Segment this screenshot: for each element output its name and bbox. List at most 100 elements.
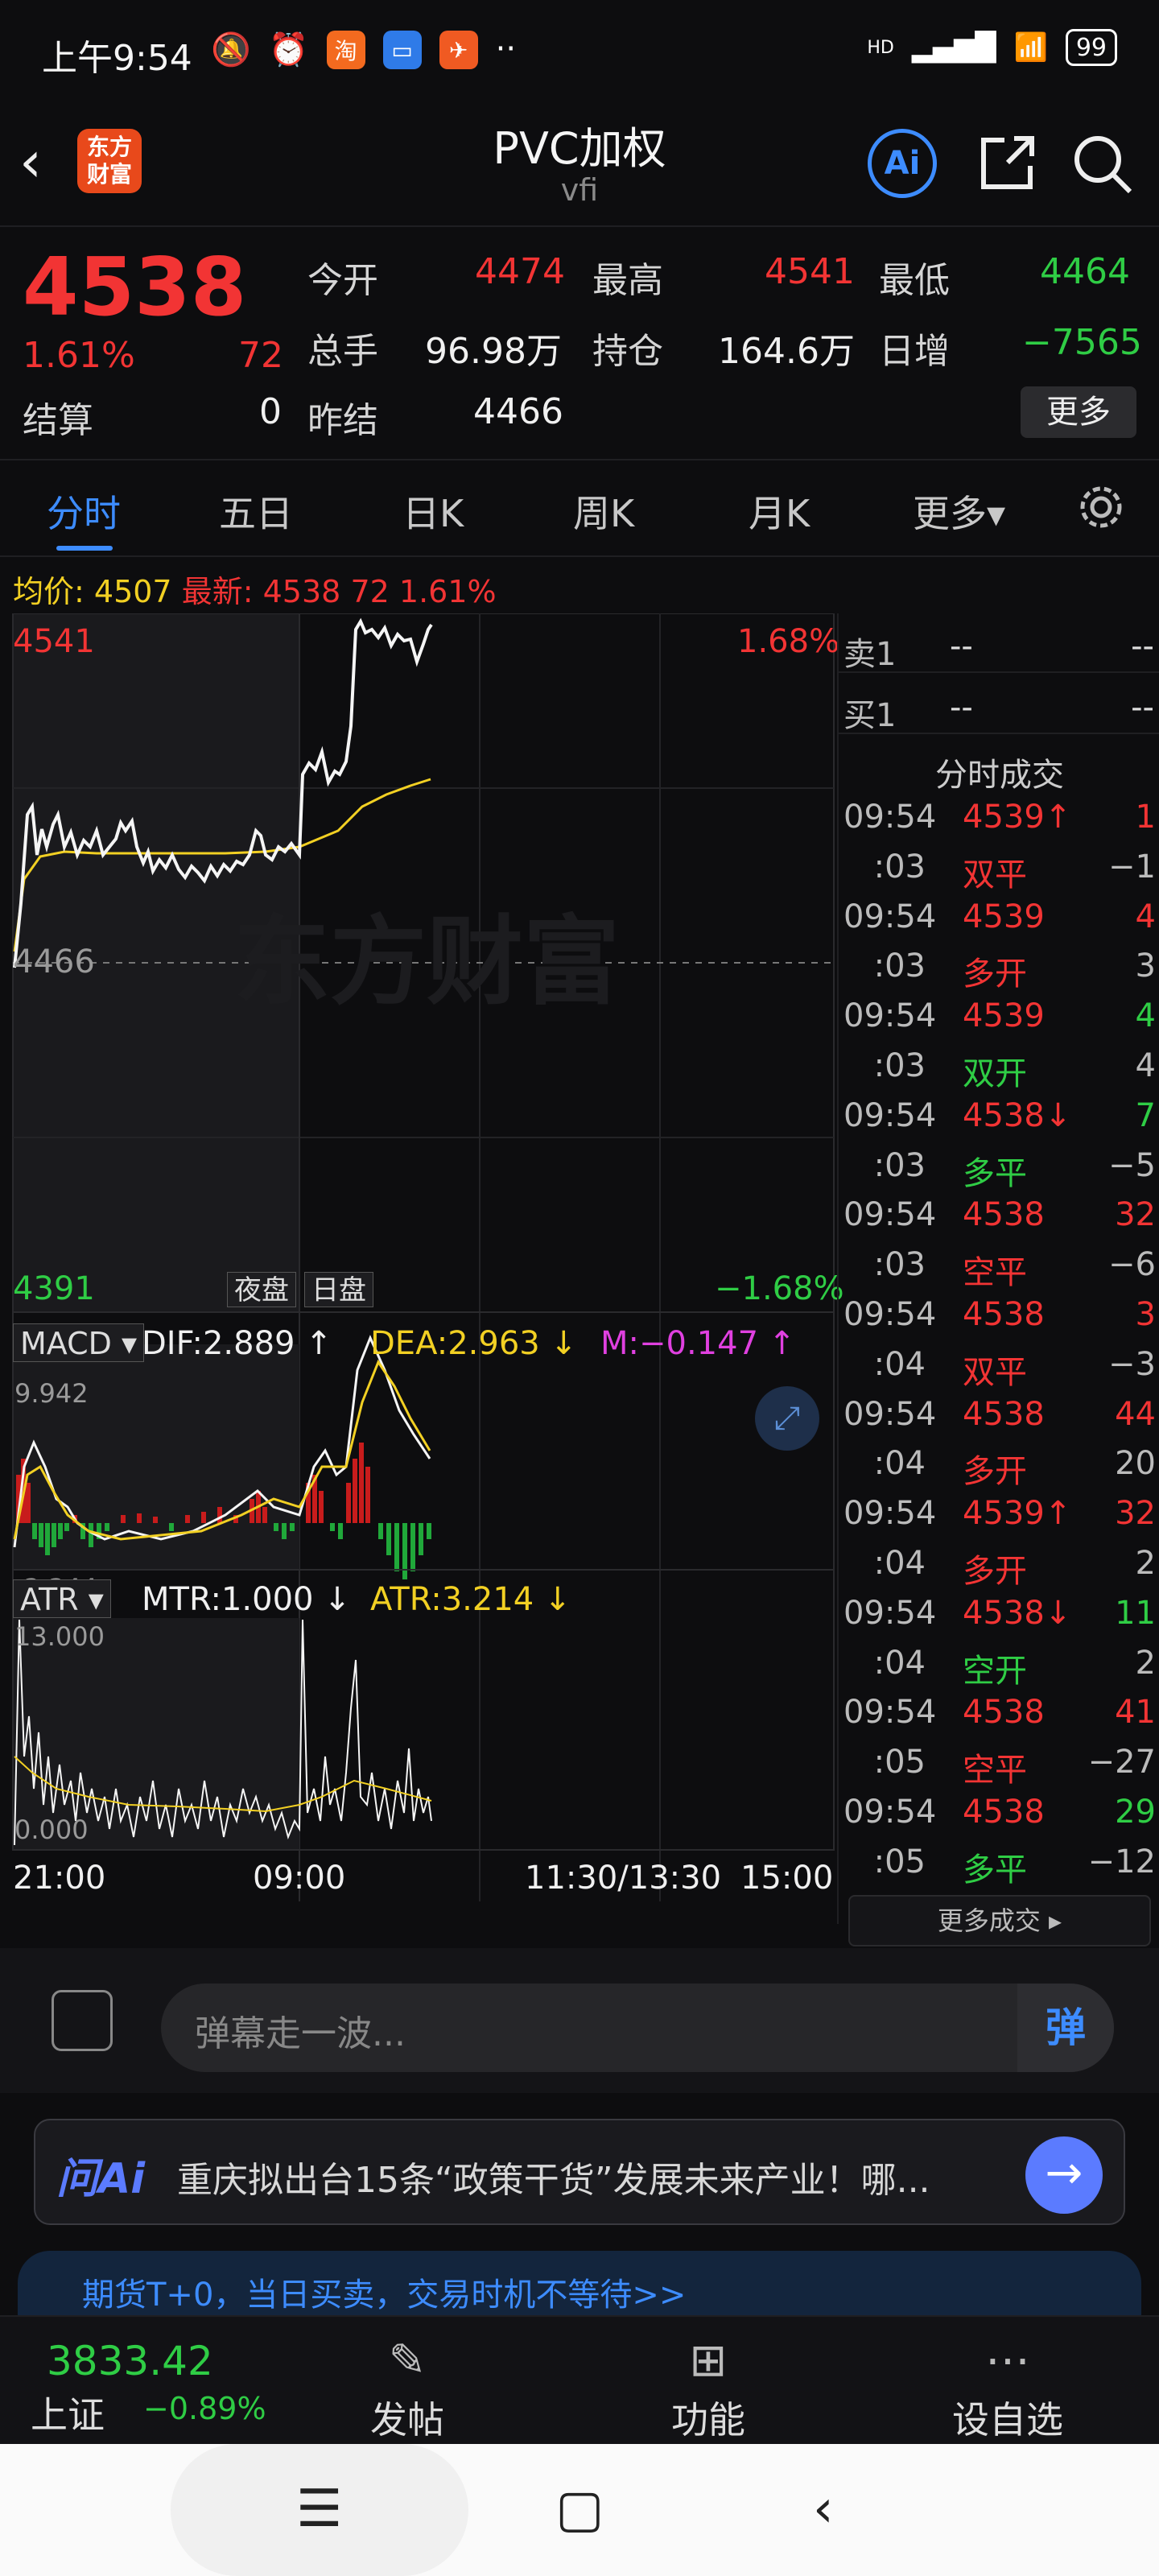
index-name[interactable]: 上证 xyxy=(31,2386,105,2439)
danmu-settings-icon[interactable] xyxy=(52,1990,113,2051)
trade-time: 09:54 xyxy=(843,1196,937,1234)
macd-bar xyxy=(402,1523,407,1579)
macd-bar xyxy=(121,1515,126,1523)
avg-label: 均价: xyxy=(13,574,85,609)
alarm-icon: ⏰ xyxy=(268,31,309,68)
active-tab-indicator xyxy=(56,546,113,551)
tab-daily-k[interactable]: 日K xyxy=(402,485,464,538)
macd-bar xyxy=(359,1443,364,1523)
home-icon[interactable]: ▢ xyxy=(555,2479,604,2539)
tab-five-day[interactable]: 五日 xyxy=(219,485,293,538)
ai-button[interactable]: Ai xyxy=(868,129,937,198)
y-bottom-label: 4391 xyxy=(13,1270,95,1307)
promo-ticker[interactable]: 期货T+0，当日买卖，交易时机不等待>> xyxy=(18,2251,1141,2315)
trade-volume: 29 xyxy=(1115,1794,1156,1831)
trade-time: :04 xyxy=(873,1644,926,1682)
trade-row: 09:54 4539↑ 1 xyxy=(839,794,1159,844)
function-button[interactable]: ⊞ 功能 xyxy=(628,2334,789,2444)
watermark: 东方财富 xyxy=(233,906,620,1018)
expand-chart-button[interactable]: ⤢ xyxy=(755,1386,819,1451)
tab-intraday[interactable]: 分时 xyxy=(47,485,121,538)
atr-mtr: MTR:1.000 ↓ xyxy=(142,1581,351,1618)
share-icon[interactable] xyxy=(972,129,1041,198)
intraday-chart-area[interactable]: 东方财富 4541 4466 4391 1.68% −1.68% 夜盘 日盘 M… xyxy=(0,613,844,1924)
arrow-right-icon[interactable]: → xyxy=(1025,2136,1103,2214)
macd-bar xyxy=(153,1517,158,1523)
macd-dea: DEA:2.963 ↓ xyxy=(370,1325,577,1362)
volume-value: 96.98万 xyxy=(425,331,562,372)
trade-time: 09:54 xyxy=(843,1395,937,1433)
prev-settle-label: 昨结 xyxy=(307,400,378,441)
trade-row: 09:54 4538 29 xyxy=(839,1789,1159,1839)
trade-row: :03 双开 4 xyxy=(839,1042,1159,1092)
trade-price: 4538 xyxy=(963,1794,1045,1831)
watchlist-label: 设自选 xyxy=(952,2398,1063,2442)
trade-price: 4538 xyxy=(963,1296,1045,1333)
tab-monthly-k[interactable]: 月K xyxy=(749,485,810,538)
wallet-app-icon: ▭ xyxy=(382,31,422,69)
more-quote-button[interactable]: 更多 xyxy=(1021,386,1136,438)
macd-dif: DIF:2.889 ↑ xyxy=(142,1325,332,1362)
trade-time: 09:54 xyxy=(843,1296,937,1333)
buy1-price: -- xyxy=(950,689,973,726)
macd-selector[interactable]: MACD ▾ xyxy=(13,1323,145,1362)
trade-row: 09:54 4538↓ 7 xyxy=(839,1092,1159,1142)
trade-price: 双平 xyxy=(963,1353,1027,1391)
ai-news-bar[interactable]: 问Ai 重庆拟出台15条“政策干货”发展未来产业！哪... → xyxy=(34,2119,1125,2225)
trade-volume: −12 xyxy=(1087,1843,1156,1880)
trade-time: :04 xyxy=(873,1345,926,1383)
menu-icon[interactable]: ☰ xyxy=(296,2479,342,2539)
danmu-bar: 弹幕走一波... 弹 xyxy=(0,1948,1159,2093)
change-percent: 1.61% xyxy=(23,335,135,376)
macd-bar xyxy=(346,1483,351,1523)
trade-price: 4538 xyxy=(963,1196,1045,1234)
trade-volume: 1 xyxy=(1135,799,1156,836)
trade-row: 09:54 4538 3 xyxy=(839,1291,1159,1341)
trade-row: 09:54 4538 32 xyxy=(839,1191,1159,1241)
tab-more[interactable]: 更多▾ xyxy=(913,485,1005,538)
chart-tabs: 分时 五日 日K 周K 月K 更多▾ xyxy=(0,459,1159,557)
trade-volume: 4 xyxy=(1135,1047,1156,1084)
back-nav-icon[interactable]: ‹ xyxy=(813,2479,834,2539)
mute-icon: 🔕 xyxy=(211,31,251,68)
macd-bar xyxy=(365,1467,370,1523)
danmu-toggle-button[interactable]: 弹 xyxy=(1017,1984,1114,2072)
macd-top-value: 9.942 xyxy=(14,1378,89,1409)
search-icon[interactable] xyxy=(1067,129,1136,198)
trade-time: 09:54 xyxy=(843,1096,937,1134)
macd-bar xyxy=(45,1523,50,1555)
trade-row: :04 双平 −3 xyxy=(839,1340,1159,1391)
macd-m: M:−0.147 ↑ xyxy=(600,1325,796,1362)
atr-selector[interactable]: ATR ▾ xyxy=(13,1579,111,1618)
status-bar: 上午9:54 🔕 ⏰ 淘 ▭ ✈ ·· HD ▂▄▆█ 📶 99 xyxy=(0,0,1159,105)
pct-bottom-label: −1.68% xyxy=(715,1270,844,1307)
sell1-label: 卖1 xyxy=(843,636,897,673)
sell1-row: 卖1 -- -- xyxy=(839,623,1159,673)
trade-row: :05 空平 −27 xyxy=(839,1739,1159,1789)
macd-bar xyxy=(105,1523,109,1531)
trade-price: 多平 xyxy=(963,1154,1027,1192)
settle-value: 0 xyxy=(259,391,282,432)
more-trades-button[interactable]: 更多成交 ▸ xyxy=(848,1895,1151,1946)
trade-volume: −1 xyxy=(1108,848,1156,886)
trade-volume: 41 xyxy=(1115,1694,1156,1732)
pct-top-label: 1.68% xyxy=(737,623,840,660)
trade-price: 多平 xyxy=(963,1851,1027,1889)
macd-bar xyxy=(290,1523,295,1531)
trade-row: 09:54 4538 44 xyxy=(839,1391,1159,1441)
macd-bar xyxy=(89,1523,93,1547)
trade-volume: −5 xyxy=(1108,1146,1156,1184)
settings-gear-icon[interactable] xyxy=(1075,481,1127,533)
trade-volume: 2 xyxy=(1135,1545,1156,1582)
index-value[interactable]: 3833.42 xyxy=(47,2338,213,2384)
post-button[interactable]: ✎ 发帖 xyxy=(327,2334,488,2444)
macd-bar xyxy=(201,1512,206,1523)
trade-time: :04 xyxy=(873,1445,926,1483)
macd-bar xyxy=(137,1513,142,1523)
tab-weekly-k[interactable]: 周K xyxy=(573,485,634,538)
danmu-input[interactable]: 弹幕走一波... xyxy=(161,1984,1114,2072)
trade-price: 多开 xyxy=(963,956,1027,993)
more-dots-icon: ⋯ xyxy=(985,2334,1030,2387)
add-watchlist-button[interactable]: ⋯ 设自选 xyxy=(927,2334,1088,2444)
intraday-chart-svg: 东方财富 xyxy=(12,613,835,1901)
